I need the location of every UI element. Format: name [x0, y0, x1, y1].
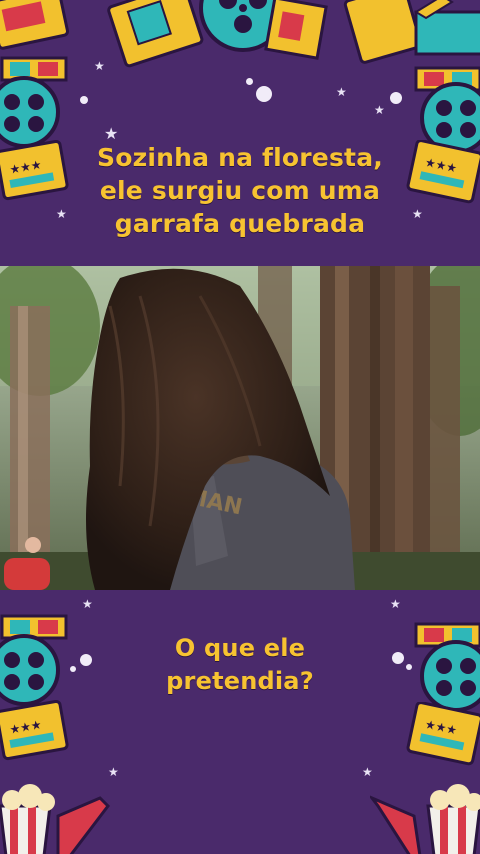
question-line-1: O que ele: [174, 634, 306, 662]
headline-line-1: Sozinha na floresta,: [97, 143, 383, 172]
film-reel-icon: [0, 76, 60, 148]
clapperboard-icon: [264, 0, 328, 60]
headline-line-2: ele surgiu com uma: [99, 176, 381, 205]
decor-dot: [390, 92, 402, 104]
star-icon: ★: [390, 597, 401, 611]
question-caption: O que ele pretendia?: [0, 632, 480, 698]
forest-scene: MAN: [0, 266, 480, 590]
top-banner: ★★★ ★★★ ★ ★ ★ ★ ★ ★ Sozinha na floresta,…: [0, 0, 480, 266]
star-icon: ★: [108, 765, 119, 779]
bottom-banner: ★★★ ★★★ ★ ★ ★ ★ O que ele pretendia?: [0, 590, 480, 854]
clapperboard-icon: [414, 0, 480, 56]
star-icon: ★: [374, 103, 385, 117]
star-icon: ★: [82, 597, 93, 611]
headline-line-3: garrafa quebrada: [114, 209, 366, 238]
decor-dot: [246, 78, 253, 85]
star-icon: ★: [362, 765, 373, 779]
video-frame[interactable]: MAN: [0, 266, 480, 590]
popcorn-icon: [370, 784, 480, 854]
decor-dot: [80, 96, 88, 104]
question-line-2: pretendia?: [166, 667, 314, 695]
ticket-icon: ★★★: [0, 700, 69, 761]
popcorn-icon: [0, 784, 110, 854]
star-icon: ★: [94, 59, 105, 73]
star-icon: ★: [336, 85, 347, 99]
ticket-icon: ★★★: [406, 702, 480, 766]
headline-caption: Sozinha na floresta, ele surgiu com uma …: [0, 141, 480, 240]
decor-dot: [256, 86, 272, 102]
star-icon: ★: [104, 124, 119, 143]
